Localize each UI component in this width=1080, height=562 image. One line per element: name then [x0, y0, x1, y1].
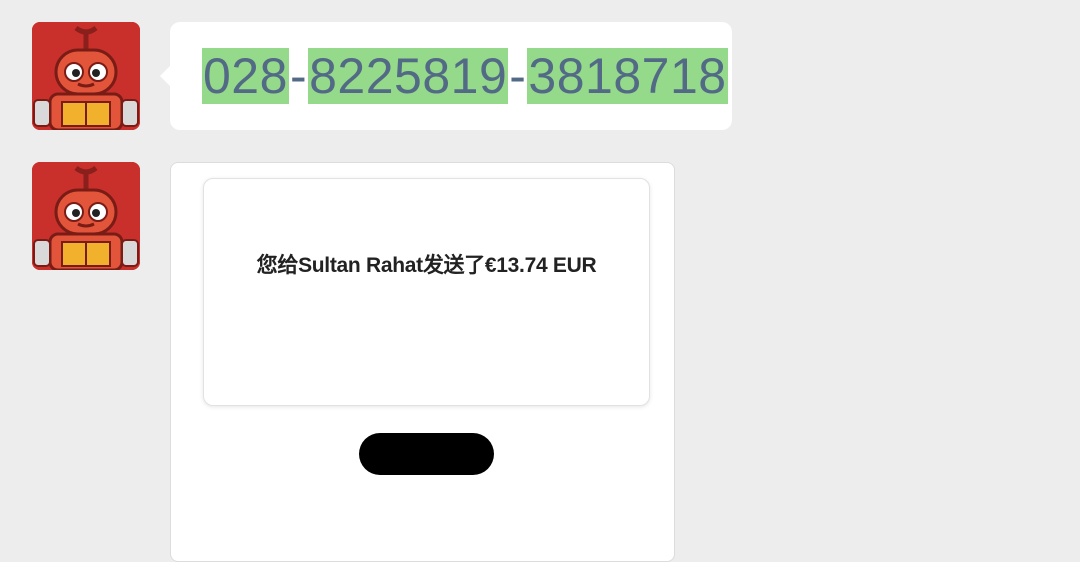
- robot-avatar-icon: [32, 162, 140, 270]
- phone-separator: -: [509, 48, 527, 104]
- message-bubble[interactable]: 028-8225819-3818718: [160, 22, 732, 130]
- payment-title: 您给Sultan Rahat发送了€13.74 EUR: [256, 254, 597, 277]
- phone-separator: -: [289, 48, 308, 104]
- bubble-tail: [160, 66, 170, 86]
- phone-part: 028: [202, 48, 289, 104]
- payment-message-bubble[interactable]: 您给Sultan Rahat发送了€13.74 EUR: [170, 162, 675, 562]
- robot-avatar-icon: [32, 22, 140, 130]
- payment-summary-card: 您给Sultan Rahat发送了€13.74 EUR: [203, 178, 650, 406]
- view-details-button[interactable]: [359, 433, 494, 475]
- phone-part: 8225819: [308, 48, 509, 104]
- phone-part: 3818718: [527, 48, 728, 104]
- sender-avatar[interactable]: [32, 22, 140, 130]
- sender-avatar[interactable]: [32, 162, 140, 270]
- phone-number-text[interactable]: 028-8225819-3818718: [202, 46, 728, 106]
